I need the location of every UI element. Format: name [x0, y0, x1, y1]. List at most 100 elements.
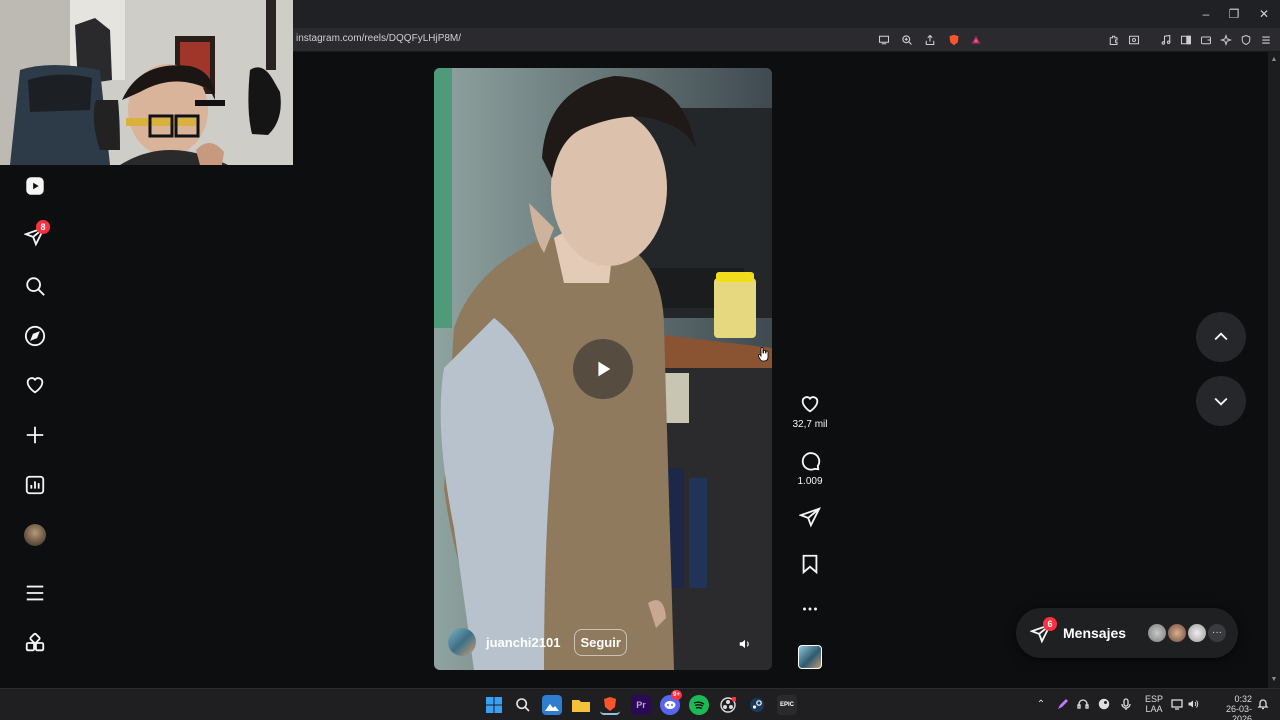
taskbar-steam-app[interactable]	[747, 695, 767, 715]
more-contacts-indicator: ···	[1206, 622, 1228, 644]
taskbar-search-button[interactable]	[513, 695, 533, 715]
tray-overflow-icon[interactable]: ⌃	[1034, 698, 1048, 712]
taskbar-file-explorer[interactable]	[571, 695, 591, 715]
browser-menu-icon[interactable]	[1258, 32, 1274, 48]
sidebar-item-create[interactable]	[20, 420, 50, 450]
like-count[interactable]: 32,7 mil	[792, 419, 827, 430]
original-audio-thumbnail[interactable]	[798, 645, 822, 669]
volume-icon	[1188, 700, 1199, 708]
wallet-icon[interactable]	[1198, 32, 1214, 48]
discord-badge: 9+	[671, 690, 682, 700]
messages-badge: 8	[36, 220, 50, 234]
taskbar-spotify-app[interactable]	[689, 695, 709, 715]
restore-button[interactable]: ❐	[1224, 5, 1244, 23]
more-options-button[interactable]	[799, 598, 821, 620]
previous-reel-button[interactable]	[1196, 312, 1246, 362]
extensions-icon[interactable]	[1106, 32, 1122, 48]
taskbar-discord-app[interactable]: 9+	[660, 690, 682, 715]
sidebar-item-profile[interactable]	[20, 520, 50, 550]
webcam-overlay	[0, 0, 293, 165]
contact-avatar	[1146, 622, 1168, 644]
start-button[interactable]	[484, 695, 504, 715]
contact-avatar	[1186, 622, 1208, 644]
cast-icon[interactable]	[876, 32, 892, 48]
tray-mic-icon[interactable]	[1119, 698, 1133, 712]
taskbar-brave-browser[interactable]	[600, 695, 620, 715]
sidebar-item-apps[interactable]	[20, 628, 50, 658]
search-icon	[516, 698, 530, 712]
reels-icon	[26, 177, 44, 195]
save-action	[790, 553, 830, 575]
bell-icon	[1257, 699, 1269, 710]
tray-headset-icon[interactable]	[1076, 698, 1090, 712]
sidebar-item-more[interactable]	[20, 578, 50, 608]
messages-pill-badge: 6	[1043, 617, 1057, 631]
scroll-up-arrow-icon[interactable]: ▲	[1270, 56, 1278, 64]
follow-button[interactable]: Seguir	[574, 628, 627, 656]
headset-icon	[1077, 699, 1089, 709]
brave-rewards-icon[interactable]	[968, 32, 984, 48]
zoom-icon[interactable]	[899, 32, 915, 48]
sidebar-item-dashboard[interactable]	[20, 470, 50, 500]
sidebar-item-notifications[interactable]	[20, 370, 50, 400]
taskbar-gallery-app[interactable]	[542, 695, 562, 715]
author-avatar[interactable]	[448, 628, 476, 656]
page-scrollbar[interactable]: ▲ ▼	[1268, 52, 1280, 688]
chevron-down-icon	[1214, 397, 1228, 406]
comment-count[interactable]: 1.009	[797, 476, 822, 487]
discord-icon	[664, 701, 676, 709]
brave-icon	[604, 697, 616, 711]
next-reel-button[interactable]	[1196, 376, 1246, 426]
scroll-down-arrow-icon[interactable]: ▼	[1270, 676, 1278, 684]
taskbar-epic-app[interactable]: EPIC	[777, 695, 797, 715]
leo-ai-icon[interactable]	[1218, 32, 1234, 48]
screenshot-icon[interactable]	[1126, 32, 1142, 48]
tray-pen-icon[interactable]	[1056, 698, 1070, 712]
music-icon[interactable]	[1158, 32, 1174, 48]
avatar	[24, 524, 46, 546]
play-button[interactable]	[573, 339, 633, 399]
folder-icon	[572, 700, 590, 712]
taskbar-premiere-app[interactable]: Pr	[631, 695, 651, 715]
sidebar-toggle-icon[interactable]	[1178, 32, 1194, 48]
sidebar-item-explore[interactable]	[20, 321, 50, 351]
search-icon	[26, 277, 45, 296]
heart-icon	[26, 377, 44, 394]
notification-center-icon[interactable]	[1256, 698, 1270, 712]
apps-icon	[25, 632, 45, 652]
sidebar-item-reels[interactable]	[20, 171, 50, 201]
bookmark-button[interactable]	[799, 553, 821, 575]
compass-icon	[24, 325, 46, 347]
address-bar[interactable]: instagram.com/reels/DQQFyLHjP8M/	[296, 33, 461, 44]
share-button[interactable]	[799, 506, 821, 528]
sidebar-item-search[interactable]	[20, 271, 50, 301]
menu-icon	[26, 585, 44, 601]
tray-volume-icon[interactable]	[1186, 698, 1200, 712]
taskbar-obs-app[interactable]	[718, 695, 738, 715]
more-action	[790, 598, 830, 620]
photos-icon	[545, 704, 559, 711]
taskbar-clock[interactable]: 0:32 26-03-2026	[1208, 694, 1252, 720]
messages-pill[interactable]: 6 Mensajes ···	[1016, 608, 1238, 658]
mute-button[interactable]	[735, 634, 755, 654]
brave-shields-icon[interactable]	[946, 32, 962, 48]
tray-steam-icon[interactable]	[1097, 698, 1111, 712]
tray-network-icon[interactable]	[1170, 698, 1184, 712]
clock-time: 0:32	[1234, 694, 1252, 704]
like-button[interactable]	[799, 393, 821, 415]
windows-taskbar: Pr 9+ EPIC ⌃ ESP LAA 0:32 26-03-2026	[0, 688, 1280, 720]
obs-icon	[720, 697, 736, 713]
minimize-button[interactable]: –	[1196, 5, 1216, 23]
keyboard-layout: LAA	[1145, 704, 1163, 714]
author-username[interactable]: juanchi2101	[486, 635, 560, 650]
sidebar-item-messages[interactable]: 8	[20, 220, 50, 251]
tray-language[interactable]: ESP LAA	[1145, 694, 1163, 714]
comment-button[interactable]	[799, 450, 821, 472]
contact-avatar	[1166, 622, 1188, 644]
vpn-icon[interactable]	[1238, 32, 1254, 48]
close-button[interactable]: ✕	[1254, 5, 1274, 23]
reel-author-row: juanchi2101 Seguir	[448, 627, 627, 657]
mouse-cursor-icon	[758, 347, 769, 362]
clock-date: 26-03-2026	[1225, 704, 1252, 720]
share-icon[interactable]	[922, 32, 938, 48]
